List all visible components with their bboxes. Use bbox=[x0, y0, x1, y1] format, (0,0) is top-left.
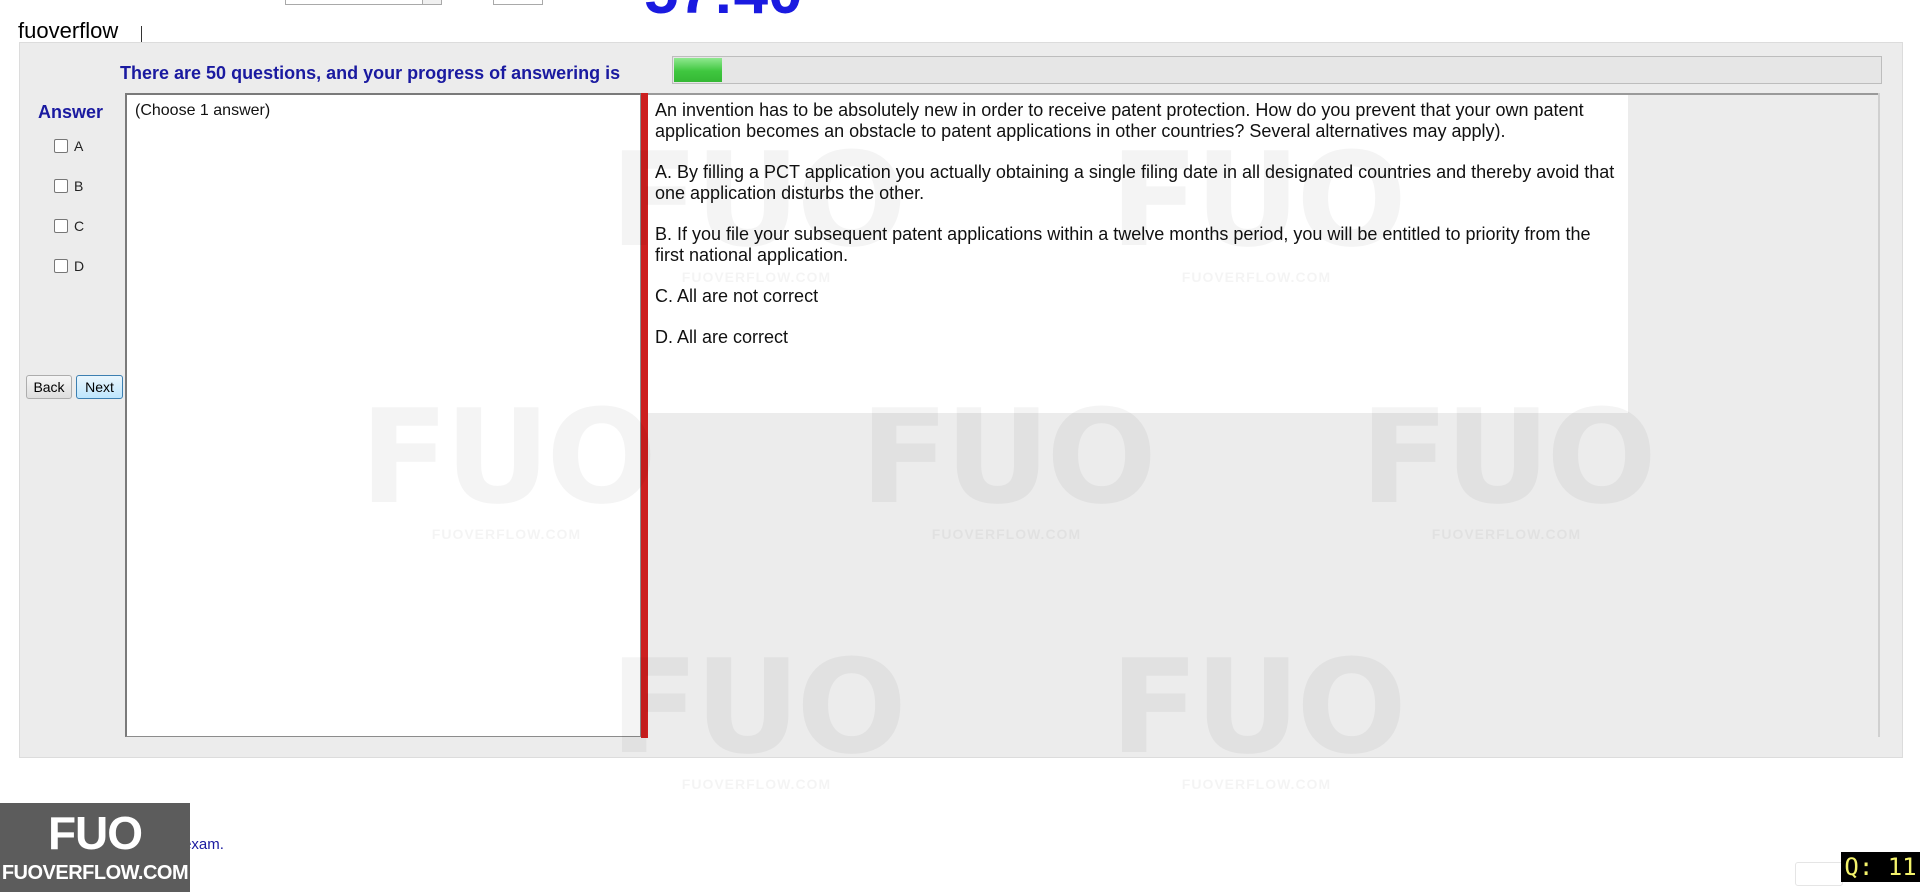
content-right-border bbox=[1878, 93, 1880, 737]
answer-notes-area[interactable] bbox=[125, 93, 641, 737]
timer-display: 57:40 bbox=[644, 0, 803, 24]
choice-c: C. All are not correct bbox=[655, 286, 819, 306]
top-small-input[interactable] bbox=[493, 0, 543, 5]
logo-site: FUOVERFLOW.COM bbox=[1, 862, 189, 884]
progress-fill bbox=[674, 58, 722, 82]
next-button[interactable]: Next bbox=[76, 375, 123, 399]
question-counter: Q: 11 bbox=[1841, 852, 1920, 882]
logo-mark: FUO bbox=[47, 807, 143, 859]
option-b-checkbox[interactable] bbox=[54, 179, 68, 193]
app-title: fuoverflow bbox=[18, 18, 119, 43]
option-b-label: B bbox=[74, 178, 84, 194]
question-box: An invention has to be absolutely new in… bbox=[648, 95, 1628, 413]
answer-title: Answer bbox=[38, 102, 104, 122]
option-b[interactable]: B bbox=[54, 178, 83, 194]
choice-d: D. All are correct bbox=[655, 327, 789, 347]
choose-hint: (Choose 1 answer) bbox=[135, 102, 271, 119]
option-d[interactable]: D bbox=[54, 258, 84, 274]
top-dropdown[interactable] bbox=[285, 0, 442, 5]
progress-bar bbox=[672, 56, 1882, 84]
option-a-label: A bbox=[74, 138, 84, 154]
splitter-handle[interactable] bbox=[641, 93, 648, 738]
option-c-checkbox[interactable] bbox=[54, 219, 68, 233]
progress-label: There are 50 questions, and your progres… bbox=[120, 63, 621, 83]
option-c[interactable]: C bbox=[54, 218, 84, 234]
option-d-label: D bbox=[74, 258, 85, 274]
choice-b: B. If you file your subsequent patent ap… bbox=[655, 224, 1591, 265]
choice-a: A. By filling a PCT application you actu… bbox=[655, 162, 1615, 203]
question-stem: An invention has to be absolutely new in… bbox=[655, 100, 1584, 141]
option-d-checkbox[interactable] bbox=[54, 259, 68, 273]
option-c-label: C bbox=[74, 218, 85, 234]
bottom-input[interactable] bbox=[1795, 862, 1843, 886]
option-a-checkbox[interactable] bbox=[54, 139, 68, 153]
option-a[interactable]: A bbox=[54, 138, 83, 154]
back-button[interactable]: Back bbox=[26, 375, 72, 399]
site-logo: FUO FUOVERFLOW.COM bbox=[0, 803, 190, 892]
